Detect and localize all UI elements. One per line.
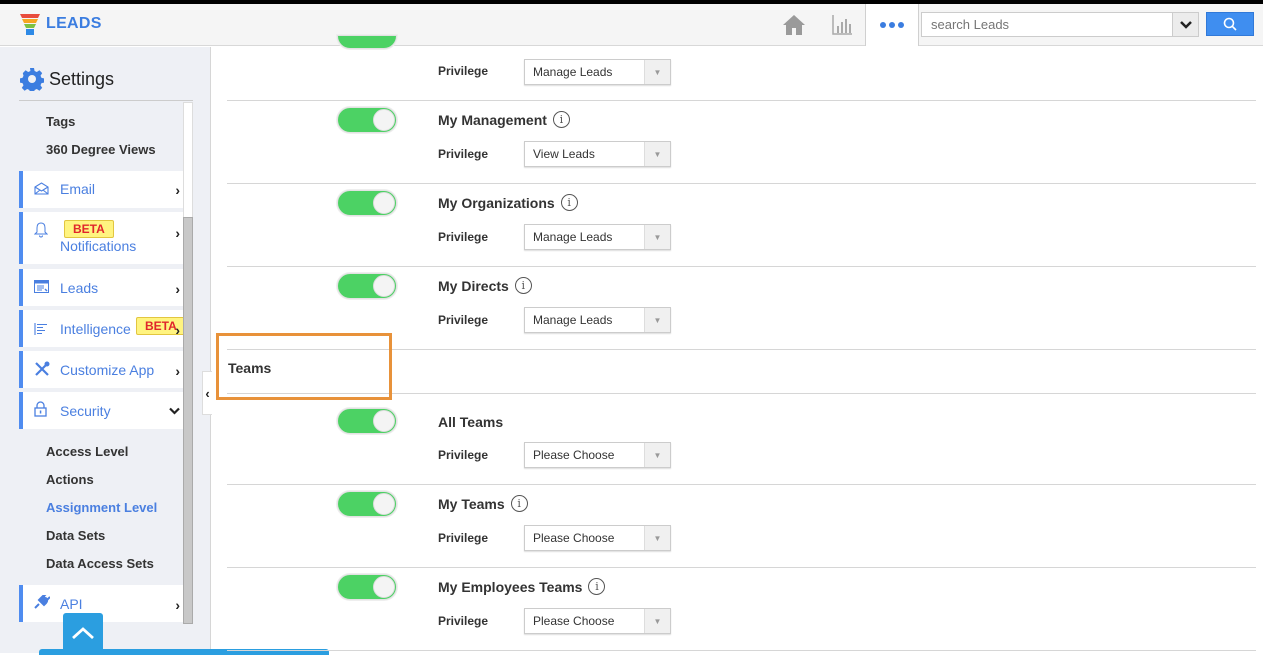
row-title: My Teams i: [438, 495, 528, 512]
sidebar-subitem-assignment-level[interactable]: Assignment Level: [46, 500, 157, 515]
scroll-to-top-button[interactable]: [63, 613, 103, 653]
sidebar-subitem-access-level[interactable]: Access Level: [46, 444, 128, 459]
sidebar-item-leads[interactable]: Leads ›: [19, 269, 183, 306]
info-icon[interactable]: i: [552, 111, 570, 128]
toggle-my-teams[interactable]: [337, 491, 397, 517]
chevron-right-icon: ›: [175, 363, 180, 379]
dropdown-arrow-icon: ▼: [644, 142, 670, 166]
divider: [227, 567, 1256, 568]
search-scope-dropdown[interactable]: [1172, 12, 1199, 37]
toggle-all-teams[interactable]: [337, 408, 397, 434]
chevron-right-icon: ›: [175, 597, 180, 613]
dropdown-arrow-icon: ▼: [644, 443, 670, 467]
sidebar-scrollbar-thumb[interactable]: [183, 217, 193, 624]
privilege-select[interactable]: Manage Leads ▼: [524, 59, 671, 85]
intelligence-icon: [34, 322, 48, 340]
divider: [227, 100, 1256, 101]
chart-icon[interactable]: [828, 4, 856, 46]
divider: [227, 650, 1256, 651]
dropdown-arrow-icon: ▼: [644, 308, 670, 332]
privilege-select-my-management[interactable]: View Leads ▼: [524, 141, 671, 167]
collapse-sidebar-button[interactable]: ‹: [202, 371, 212, 415]
more-menu-button[interactable]: [865, 4, 919, 46]
chevron-right-icon: ›: [175, 322, 180, 338]
toggle-switch[interactable]: [337, 35, 397, 49]
sidebar-subitem-data-access-sets[interactable]: Data Access Sets: [46, 556, 154, 571]
row-title: All Teams: [438, 414, 504, 430]
info-icon[interactable]: i: [560, 194, 578, 211]
sidebar-item-security[interactable]: Security: [19, 392, 183, 429]
app-logo[interactable]: LEADS: [20, 13, 102, 35]
toggle-my-management[interactable]: [337, 107, 397, 133]
dropdown-arrow-icon: ▼: [644, 225, 670, 249]
envelope-icon: [34, 182, 49, 200]
funnel-logo-icon: [20, 14, 40, 35]
teams-highlight-box: [216, 333, 392, 400]
app-name: LEADS: [46, 15, 102, 32]
search-icon: [1223, 17, 1237, 31]
tools-icon: [34, 361, 50, 382]
toggle-my-organizations[interactable]: [337, 190, 397, 216]
dropdown-arrow-icon: ▼: [644, 526, 670, 550]
plug-icon: [34, 593, 51, 614]
leads-icon: [34, 280, 49, 298]
divider: [19, 100, 193, 101]
divider: [227, 183, 1256, 184]
sidebar-item-360-degree-views[interactable]: 360 Degree Views: [46, 142, 156, 157]
chevron-right-icon: ›: [175, 281, 180, 297]
row-title: My Management i: [438, 111, 570, 128]
info-icon[interactable]: i: [510, 495, 528, 512]
chevron-down-icon: [1179, 20, 1192, 29]
search-input[interactable]: [921, 12, 1173, 37]
dropdown-arrow-icon: ▼: [644, 60, 670, 84]
chevron-right-icon: ›: [175, 225, 180, 241]
sidebar-item-tags[interactable]: Tags: [46, 114, 75, 129]
sidebar-item-customize-app[interactable]: Customize App ›: [19, 351, 183, 388]
gear-icon: [20, 68, 44, 91]
toggle-my-employees-teams[interactable]: [337, 574, 397, 600]
app-header: LEADS: [0, 4, 1263, 46]
more-icon: [879, 22, 906, 28]
privilege-select-my-teams[interactable]: Please Choose ▼: [524, 525, 671, 551]
chevron-left-icon: ‹: [205, 385, 210, 401]
privilege-select-my-employees-teams[interactable]: Please Choose ▼: [524, 608, 671, 634]
settings-title: Settings: [20, 67, 114, 91]
dropdown-arrow-icon: ▼: [644, 609, 670, 633]
privilege-select-my-directs[interactable]: Manage Leads ▼: [524, 307, 671, 333]
bell-icon: [33, 222, 49, 243]
chevron-up-icon: [72, 627, 94, 639]
privilege-select-all-teams[interactable]: Please Choose ▼: [524, 442, 671, 468]
home-icon[interactable]: [780, 4, 808, 46]
info-icon[interactable]: i: [588, 578, 606, 595]
info-icon[interactable]: i: [514, 277, 532, 294]
sidebar-item-notifications[interactable]: BETA Notifications ›: [19, 212, 183, 264]
divider: [227, 266, 1256, 267]
row-title: My Employees Teams i: [438, 578, 606, 595]
row-title: My Organizations i: [438, 194, 578, 211]
settings-sidebar: Settings Tags 360 Degree Views Email › B…: [0, 47, 211, 653]
lock-icon: [34, 401, 47, 422]
sidebar-item-email[interactable]: Email ›: [19, 171, 183, 208]
sidebar-item-intelligence[interactable]: Intelligence BETA ›: [19, 310, 186, 347]
privilege-select-my-organizations[interactable]: Manage Leads ▼: [524, 224, 671, 250]
divider: [227, 484, 1256, 485]
chevron-right-icon: ›: [175, 182, 180, 198]
search-button[interactable]: [1206, 12, 1254, 36]
beta-badge: BETA: [64, 220, 114, 238]
sidebar-subitem-data-sets[interactable]: Data Sets: [46, 528, 105, 543]
chevron-down-icon: [169, 402, 180, 418]
row-title: My Directs i: [438, 277, 532, 294]
sidebar-subitem-actions[interactable]: Actions: [46, 472, 94, 487]
toggle-my-directs[interactable]: [337, 273, 397, 299]
